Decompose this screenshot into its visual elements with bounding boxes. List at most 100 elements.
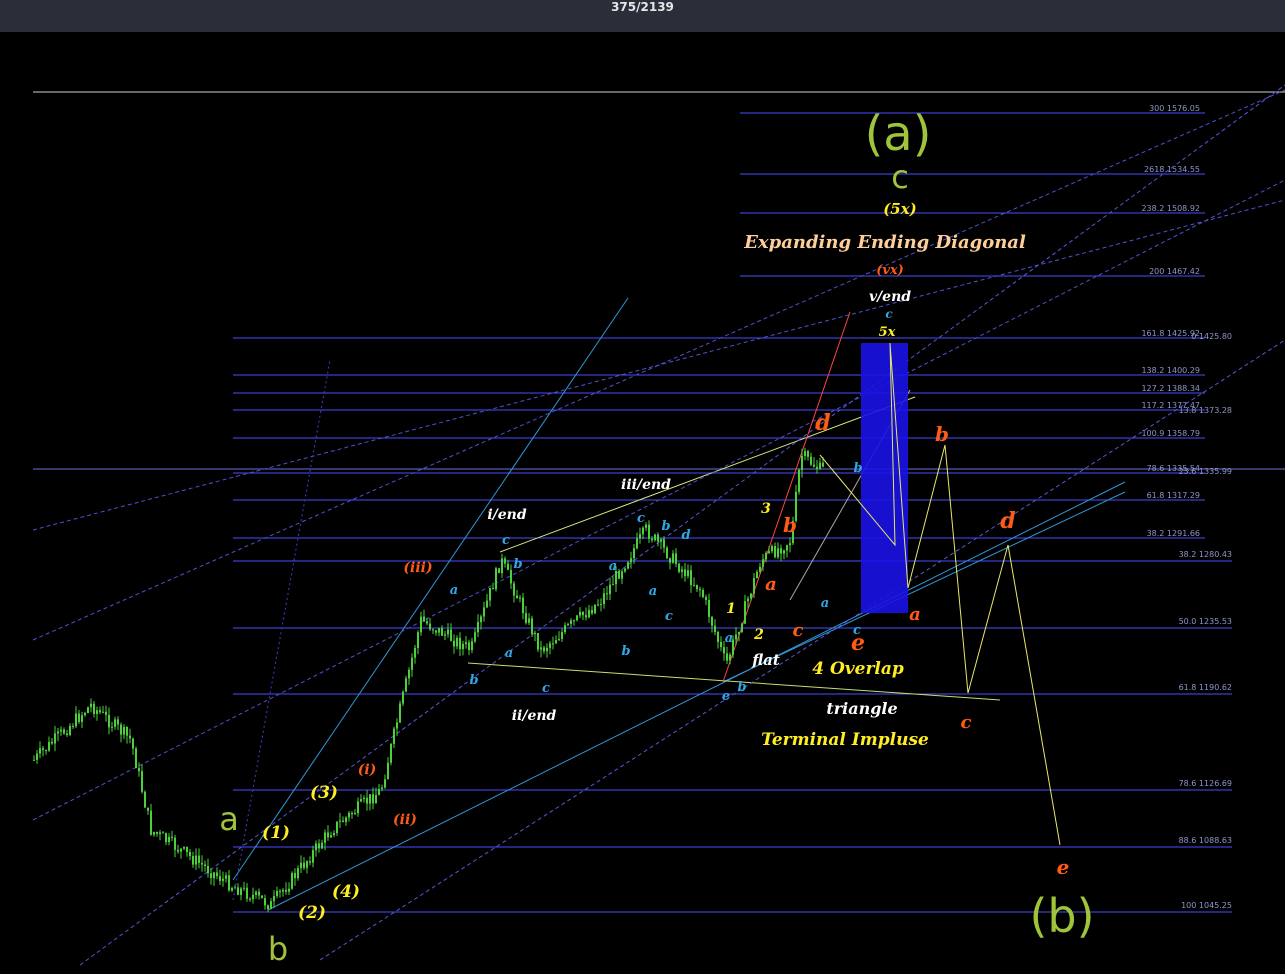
- wave-label: (5x): [883, 200, 917, 218]
- candle-body: [597, 604, 599, 606]
- candle-body: [111, 726, 113, 728]
- candle-body: [162, 832, 164, 834]
- candle-body: [360, 799, 362, 802]
- fib-label-lower: 0 1425.80: [1191, 332, 1232, 341]
- candle-body: [102, 711, 104, 713]
- candle-body: [558, 639, 560, 641]
- candle-body: [378, 788, 380, 795]
- candle-body: [282, 889, 284, 892]
- candle-body: [555, 640, 557, 644]
- wave-label: b: [783, 513, 797, 537]
- candle-body: [705, 596, 707, 600]
- candle-body: [585, 615, 587, 618]
- candle-body: [474, 632, 476, 642]
- candle-body: [753, 578, 755, 594]
- candle-body: [228, 875, 230, 891]
- wave-label: b: [935, 422, 949, 446]
- candle-body: [696, 584, 698, 590]
- candle-body: [159, 832, 161, 834]
- candle-body: [393, 728, 395, 744]
- candle-body: [675, 553, 677, 564]
- fib-label-upper: 61.8 1317.29: [1147, 491, 1200, 500]
- candle-body: [549, 643, 551, 648]
- candle-body: [402, 691, 404, 704]
- candle-body: [663, 539, 665, 548]
- candle-body: [327, 832, 329, 838]
- candle-body: [498, 568, 500, 573]
- candle-body: [501, 558, 503, 573]
- candle-body: [216, 872, 218, 877]
- wave-label: c: [961, 712, 972, 733]
- wave-label: d: [1000, 508, 1015, 534]
- candle-body: [594, 604, 596, 614]
- candle-body: [612, 584, 614, 586]
- candle-body: [330, 835, 332, 838]
- candle-body: [372, 794, 374, 804]
- candle-body: [120, 724, 122, 735]
- fib-label-lower: 23.6 1335.99: [1179, 467, 1232, 476]
- candle-body: [300, 862, 302, 869]
- candle-body: [711, 616, 713, 626]
- candle-body: [180, 848, 182, 852]
- candle-body: [738, 632, 740, 635]
- candle-body: [741, 623, 743, 633]
- candle-body: [399, 703, 401, 723]
- candle-body: [819, 462, 821, 469]
- projected-path-line: [819, 342, 1061, 846]
- candle-body: [390, 743, 392, 763]
- candle-body: [78, 713, 80, 722]
- fib-label-upper: 200 1467.42: [1149, 267, 1200, 276]
- candle-body: [84, 712, 86, 716]
- sub-wave-label: c: [542, 681, 550, 696]
- sub-wave-label: a: [505, 646, 513, 661]
- fib-label-lower: 78.6 1126.69: [1179, 779, 1232, 788]
- candle-body: [219, 876, 221, 881]
- candle-body: [315, 843, 317, 851]
- sub-wave-label: d: [681, 528, 690, 543]
- candle-body: [723, 647, 725, 654]
- fib-label-upper: 300 1576.05: [1149, 104, 1200, 113]
- candle-body: [681, 569, 683, 572]
- candle-body: [87, 707, 89, 713]
- candle-body: [150, 810, 152, 835]
- candle-body: [504, 558, 506, 564]
- candle-body: [672, 553, 674, 563]
- fib-label-upper: 238.2 1508.92: [1141, 204, 1200, 213]
- candle-body: [363, 797, 365, 800]
- candle-body: [381, 787, 383, 789]
- trend-line: [79, 84, 1285, 966]
- candle-body: [54, 733, 56, 744]
- candle-body: [189, 852, 191, 856]
- candle-body: [279, 890, 281, 892]
- chart-area[interactable]: 300 1576.05 2618 1534.55 238.2 1508.92 200 …: [0, 32, 1285, 970]
- candle-body: [702, 590, 704, 597]
- candle-body: [483, 607, 485, 617]
- candle-body: [408, 669, 410, 679]
- candle-body: [351, 812, 353, 815]
- wave-label: Expanding Ending Diagonal: [743, 232, 1026, 253]
- price-chart[interactable]: 300 1576.05 2618 1534.55 238.2 1508.92 200 …: [0, 32, 1285, 970]
- candle-body: [336, 821, 338, 834]
- candle-body: [669, 558, 671, 563]
- candle-body: [489, 587, 491, 601]
- candle-body: [603, 593, 605, 605]
- candle-body: [48, 741, 50, 751]
- fib-label-lower: 100 1045.25: [1181, 901, 1232, 910]
- candle-body: [249, 898, 251, 900]
- projected-path: [819, 342, 1061, 846]
- candle-body: [345, 817, 347, 822]
- candle-body: [318, 843, 320, 849]
- wave-label: 3: [761, 501, 771, 517]
- candle-body: [618, 571, 620, 579]
- candle-body: [405, 678, 407, 692]
- candle-body: [165, 833, 167, 843]
- candle-body: [276, 890, 278, 897]
- wave-label: c: [885, 307, 893, 321]
- candle-body: [582, 611, 584, 616]
- candle-body: [543, 647, 545, 652]
- candle-body: [717, 632, 719, 642]
- candle-body: [69, 725, 71, 735]
- wave-label: (i): [358, 762, 377, 778]
- candle-body: [651, 538, 653, 541]
- candle-body: [813, 464, 815, 467]
